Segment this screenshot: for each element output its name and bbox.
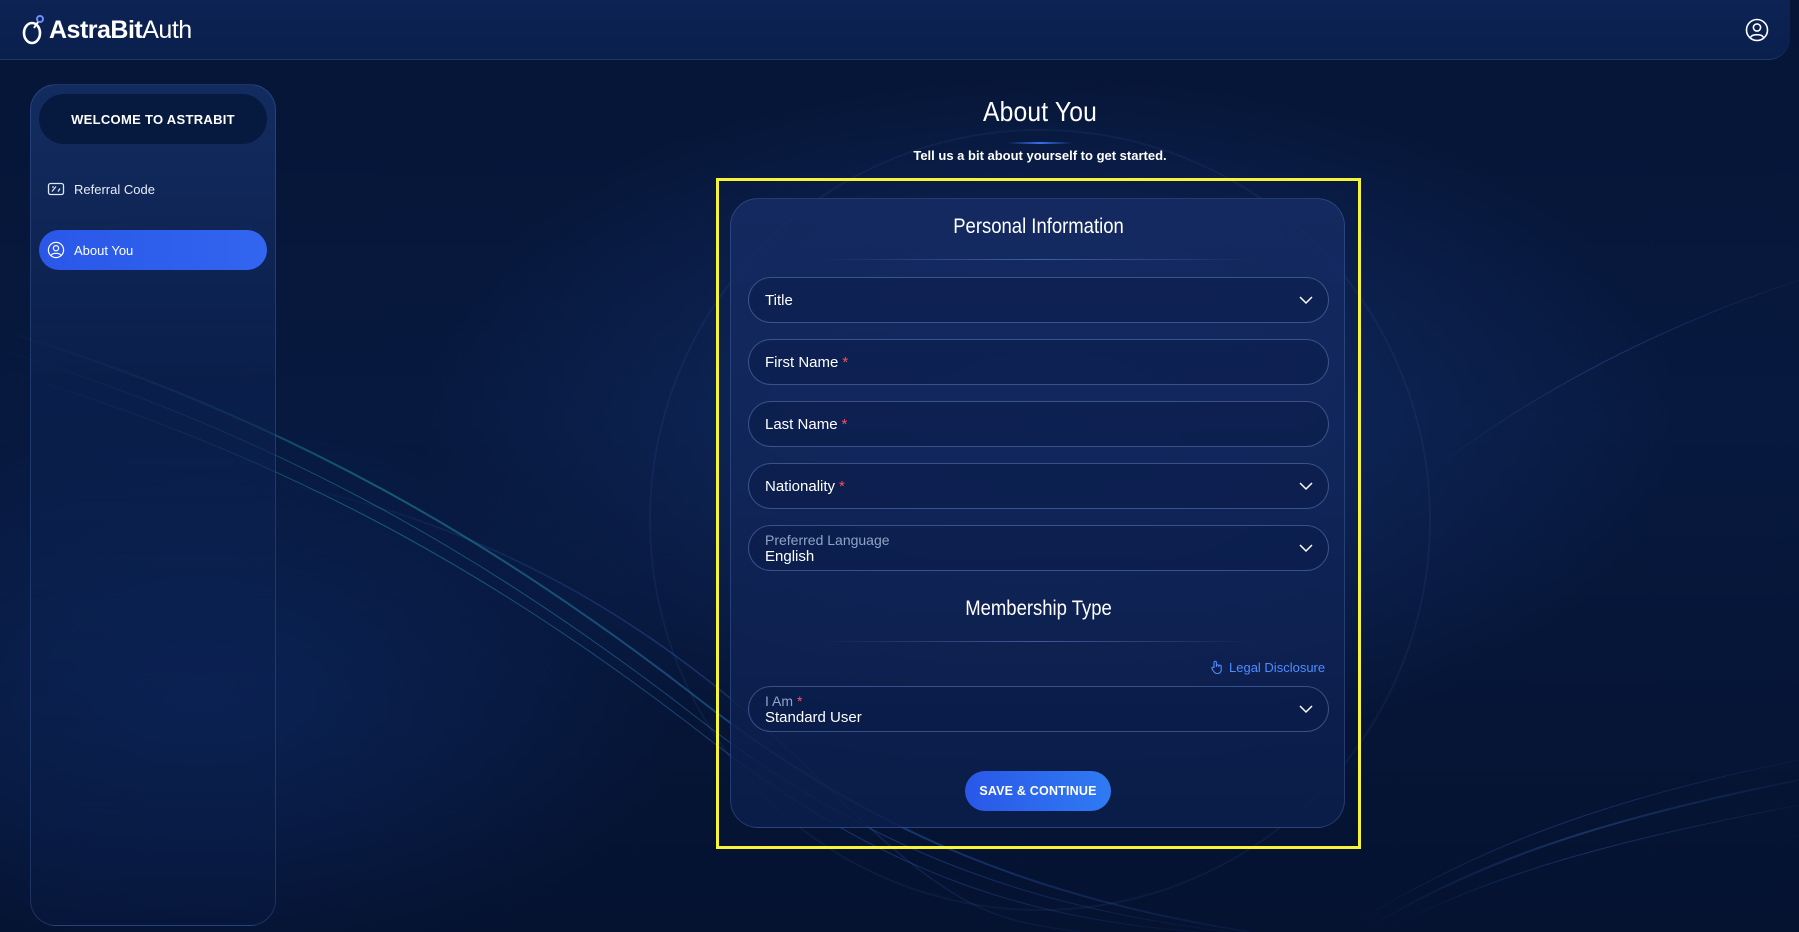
astrabit-logo[interactable]: AstraBitAuth bbox=[22, 15, 192, 45]
preferred-language-select[interactable]: Preferred Language English bbox=[748, 525, 1329, 571]
sidebar: WELCOME TO ASTRABIT Referral Code About … bbox=[30, 84, 276, 926]
preferred-language-value: English bbox=[765, 548, 815, 565]
sidebar-item-referral-code[interactable]: Referral Code bbox=[39, 169, 267, 209]
logo-bold-text: AstraBit bbox=[49, 15, 143, 44]
section-divider bbox=[821, 641, 1256, 642]
chevron-down-icon bbox=[1299, 705, 1313, 714]
i-am-value: Standard User bbox=[765, 709, 862, 726]
personal-information-heading: Personal Information bbox=[953, 215, 1124, 238]
page-subtitle: Tell us a bit about yourself to get star… bbox=[913, 148, 1167, 163]
chevron-down-icon bbox=[1299, 544, 1313, 553]
user-circle-icon bbox=[47, 241, 65, 259]
sidebar-item-label: Referral Code bbox=[74, 181, 155, 197]
i-am-label: I Am * bbox=[765, 693, 802, 709]
required-marker: * bbox=[839, 478, 845, 495]
title-select[interactable]: Title bbox=[748, 277, 1329, 323]
i-am-select[interactable]: I Am * Standard User bbox=[748, 686, 1329, 732]
last-name-field[interactable]: Last Name * bbox=[748, 401, 1329, 447]
chevron-down-icon bbox=[1299, 482, 1313, 491]
required-marker: * bbox=[841, 416, 848, 433]
page-title: About You bbox=[983, 96, 1097, 127]
required-marker: * bbox=[797, 693, 803, 709]
ticket-icon bbox=[47, 182, 65, 196]
welcome-banner: WELCOME TO ASTRABIT bbox=[39, 94, 267, 144]
hand-pointer-icon bbox=[1211, 660, 1222, 675]
membership-type-heading: Membership Type bbox=[965, 597, 1112, 620]
section-divider bbox=[821, 259, 1256, 260]
about-you-form-card: Personal Information Title First Name * L… bbox=[730, 198, 1345, 828]
chevron-down-icon bbox=[1299, 296, 1313, 305]
first-name-label: First Name * bbox=[765, 354, 848, 371]
first-name-label-text: First Name bbox=[765, 354, 839, 371]
required-marker: * bbox=[842, 354, 849, 371]
preferred-language-label: Preferred Language bbox=[765, 532, 890, 548]
top-header: AstraBitAuth bbox=[0, 0, 1790, 60]
title-label: Title bbox=[765, 292, 793, 309]
logo-text: AstraBitAuth bbox=[49, 16, 192, 45]
legal-disclosure-link[interactable]: Legal Disclosure bbox=[1209, 659, 1325, 675]
nationality-label: Nationality * bbox=[765, 478, 845, 495]
sidebar-item-about-you[interactable]: About You bbox=[39, 230, 267, 270]
nationality-select[interactable]: Nationality * bbox=[748, 463, 1329, 509]
logo-thin-text: Auth bbox=[142, 15, 192, 44]
i-am-label-text: I Am bbox=[765, 693, 794, 709]
title-underline bbox=[1008, 142, 1072, 144]
save-and-continue-button[interactable]: SAVE & CONTINUE bbox=[965, 771, 1111, 811]
legal-disclosure-label: Legal Disclosure bbox=[1229, 659, 1326, 675]
last-name-label: Last Name * bbox=[765, 416, 847, 433]
logo-mark-icon bbox=[22, 15, 44, 45]
nationality-label-text: Nationality bbox=[765, 478, 836, 495]
sidebar-item-label: About You bbox=[74, 242, 134, 258]
user-circle-icon[interactable] bbox=[1745, 18, 1769, 42]
first-name-field[interactable]: First Name * bbox=[748, 339, 1329, 385]
last-name-label-text: Last Name bbox=[765, 416, 838, 433]
